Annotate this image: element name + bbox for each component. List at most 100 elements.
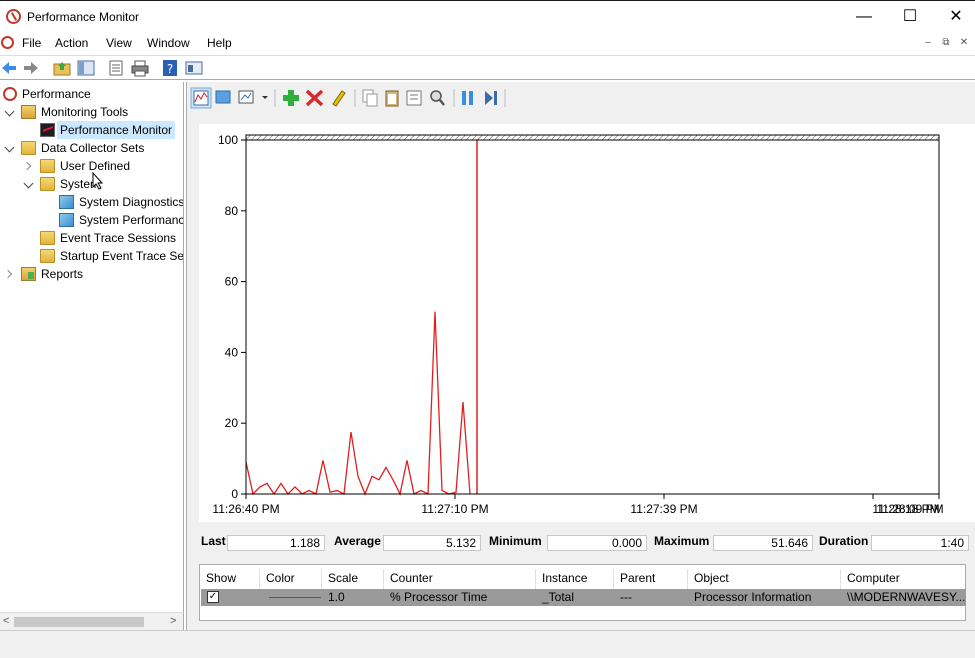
graph-toolbar [190,87,506,109]
window-title: Performance Monitor [27,10,140,24]
tree-item-monitoring-tools[interactable]: Monitoring Tools [0,103,183,121]
svg-text:?: ? [167,62,173,76]
average-label: Average [334,534,381,548]
up-folder-icon[interactable] [53,59,71,77]
collapse-chevron-icon[interactable] [6,108,14,116]
counter-list: Show Color Scale Counter Instance Parent… [199,564,966,621]
user-defined-folder-icon [40,159,55,173]
paste-counter-list-icon[interactable] [385,90,399,107]
tree-item-system-performance[interactable]: System Performance [0,211,183,229]
counter-row[interactable]: ✓ 1.0 % Processor Time _Total --- Proces… [201,589,966,606]
cell-parent: --- [620,590,632,604]
x-tick-label: 11:27:10 PM [421,502,488,516]
event-trace-folder-icon [40,231,55,245]
column-computer[interactable]: Computer [841,569,965,589]
minimize-button[interactable]: — [841,1,887,33]
last-label: Last [201,534,226,548]
highlight-icon[interactable] [332,90,346,107]
forward-arrow-icon[interactable] [22,59,40,77]
show-checkbox[interactable]: ✓ [207,591,219,603]
mdi-minimize-button[interactable]: – [919,34,937,52]
duration-value: 1:40 [871,535,969,551]
main-toolbar: ? [0,55,975,80]
system-menu-icon[interactable] [1,36,14,49]
menu-bar: File Action View Window Help – ⧉ ✕ [0,32,975,54]
collapse-chevron-icon[interactable] [25,180,33,188]
tree-item-system-diagnostics[interactable]: System Diagnostics [0,193,183,211]
startup-trace-folder-icon [40,249,55,263]
x-tick-label: 11:28:18 PM [872,502,939,516]
column-scale[interactable]: Scale [322,569,384,589]
column-object[interactable]: Object [688,569,841,589]
performance-root-icon [3,87,17,101]
freeze-display-icon[interactable] [462,91,473,105]
menu-view[interactable]: View [106,36,132,50]
column-parent[interactable]: Parent [614,569,688,589]
column-instance[interactable]: Instance [536,569,614,589]
tree-item-data-collector-sets[interactable]: Data Collector Sets [0,139,183,157]
minimum-value: 0.000 [547,535,647,551]
performance-chart[interactable]: 0 20 40 60 80 100 11:26:40 PM 11:27:10 PM 11:27… [199,124,975,522]
tree-item-event-trace-sessions[interactable]: Event Trace Sessions [0,229,183,247]
back-arrow-icon[interactable] [0,59,18,77]
performance-monitor-icon [6,9,21,24]
cell-counter: % Processor Time [390,590,488,604]
show-hide-tree-icon[interactable] [77,59,95,77]
copy-properties-icon[interactable] [362,89,378,107]
y-tick-label: 40 [225,345,239,359]
column-show[interactable]: Show [200,569,260,589]
add-counter-icon[interactable] [283,90,299,106]
scroll-right-icon[interactable]: > [170,615,176,627]
data-collector-set-icon [59,213,74,227]
y-tick-label: 80 [225,204,239,218]
maximize-button[interactable]: ☐ [887,1,933,33]
column-counter[interactable]: Counter [384,569,536,589]
menu-file[interactable]: File [22,36,41,50]
title-bar: Performance Monitor — ☐ ✕ [0,0,975,32]
performance-monitor-graph-icon [40,123,55,137]
status-bar [0,630,975,658]
view-graph-icon[interactable] [190,87,212,109]
expand-chevron-icon[interactable] [5,270,13,278]
x-tick-label: 11:27:39 PM [630,502,697,516]
tree-item-performance[interactable]: Performance [0,85,183,103]
close-button[interactable]: ✕ [933,1,975,33]
zoom-icon[interactable] [430,90,445,106]
change-graph-type-icon[interactable] [238,90,268,104]
mmc-properties-icon[interactable] [185,59,203,77]
menu-window[interactable]: Window [147,36,190,50]
y-axis-ticks: 0 20 40 60 80 100 [218,133,246,501]
update-data-icon[interactable] [485,91,497,105]
last-value: 1.188 [227,535,325,551]
plot-top-band [245,134,940,141]
series-line-processor-time [245,311,471,496]
cell-object: Processor Information [694,590,812,604]
properties-icon[interactable] [406,90,422,106]
menu-action[interactable]: Action [55,36,88,50]
system-folder-icon [40,177,55,191]
scroll-thumb[interactable] [14,617,144,627]
column-color[interactable]: Color [260,569,322,589]
expand-chevron-icon[interactable] [24,162,32,170]
tree-item-startup-event-trace[interactable]: Startup Event Trace Sessions [0,247,183,265]
export-list-icon[interactable] [107,59,125,77]
collapse-chevron-icon[interactable] [6,144,14,152]
y-tick-label: 100 [218,133,238,147]
x-tick-label: 11:26:40 PM [212,502,279,516]
scroll-left-icon[interactable]: < [3,615,9,627]
view-current-activity-icon[interactable] [215,90,231,104]
mdi-restore-button[interactable]: ⧉ [937,34,955,52]
menu-help[interactable]: Help [207,36,232,50]
navigation-tree: Performance Monitoring Tools Performance… [0,82,184,612]
series-color-swatch [269,597,321,598]
tree-horizontal-scrollbar[interactable]: < > [0,612,184,630]
y-tick-label: 0 [231,487,238,501]
tree-item-performance-monitor[interactable]: Performance Monitor [0,121,183,139]
print-icon[interactable] [131,59,149,77]
delete-counter-icon[interactable] [305,89,324,107]
cell-instance: _Total [542,590,575,604]
tree-item-reports[interactable]: Reports [0,265,183,283]
mdi-close-button[interactable]: ✕ [955,34,973,52]
help-icon[interactable]: ? [161,59,179,77]
y-tick-label: 60 [225,275,239,289]
